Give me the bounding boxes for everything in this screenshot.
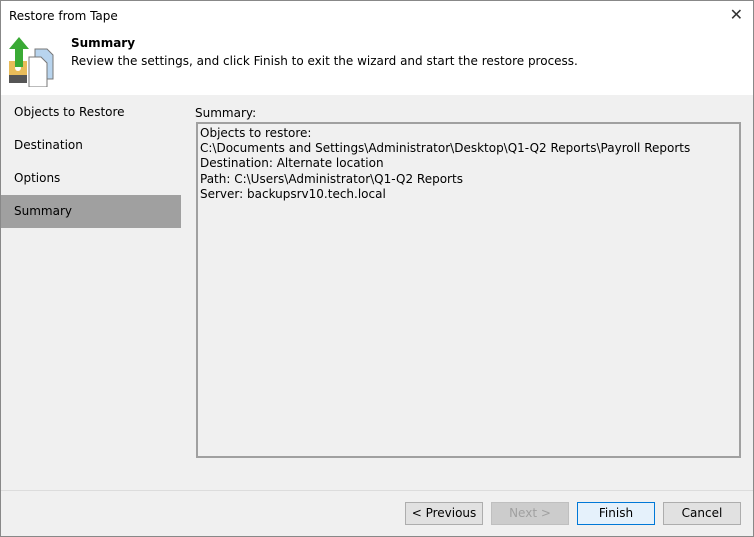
step-destination[interactable]: Destination <box>1 129 181 162</box>
main-panel: Summary: Objects to restore: C:\Document… <box>182 96 753 490</box>
next-button[interactable]: Next > <box>491 502 569 525</box>
page-title: Summary <box>71 36 136 50</box>
summary-line: Objects to restore: <box>200 126 312 140</box>
step-objects-to-restore[interactable]: Objects to Restore <box>1 96 181 129</box>
page-description: Review the settings, and click Finish to… <box>71 54 578 68</box>
summary-line: Path: C:\Users\Administrator\Q1-Q2 Repor… <box>200 171 463 186</box>
summary-label: Summary: <box>195 106 257 120</box>
window-title: Restore from Tape <box>9 9 118 23</box>
summary-textbox[interactable]: Objects to restore: C:\Documents and Set… <box>196 122 741 458</box>
restore-tape-icon <box>9 37 54 87</box>
wizard-steps: Objects to Restore Destination Options S… <box>1 96 181 490</box>
step-options[interactable]: Options <box>1 162 181 195</box>
summary-line: Server: backupsrv10.tech.local <box>200 186 386 201</box>
close-icon[interactable]: ✕ <box>730 5 743 24</box>
wizard-footer: < Previous Next > Finish Cancel <box>1 490 753 536</box>
wizard-header: Summary Review the settings, and click F… <box>1 33 753 95</box>
cancel-button[interactable]: Cancel <box>663 502 741 525</box>
step-summary[interactable]: Summary <box>1 195 181 228</box>
summary-line: C:\Documents and Settings\Administrator\… <box>200 141 691 156</box>
summary-line: Destination: Alternate location <box>200 156 384 171</box>
previous-button[interactable]: < Previous <box>405 502 483 525</box>
finish-button[interactable]: Finish <box>577 502 655 525</box>
restore-wizard-window: Restore from Tape ✕ Summary Review the s… <box>0 0 754 537</box>
title-bar: Restore from Tape ✕ <box>1 1 753 33</box>
